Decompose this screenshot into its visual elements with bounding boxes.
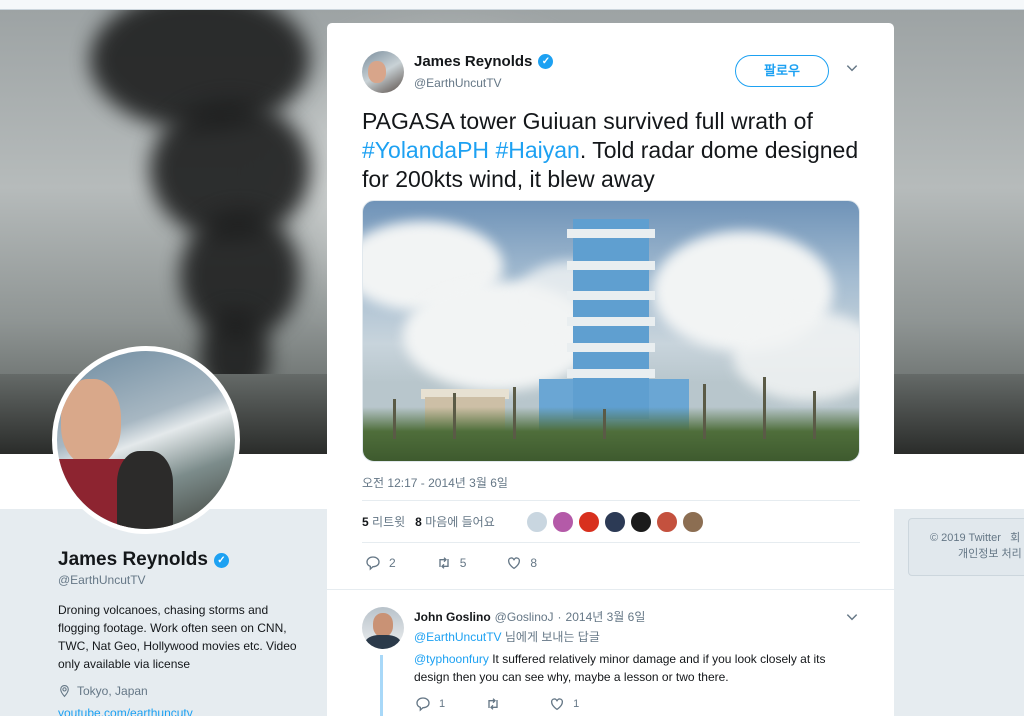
- profile-bio: Droning volcanoes, chasing storms and fl…: [58, 603, 297, 671]
- liker-avatar[interactable]: [526, 511, 548, 533]
- reply-actions: 1 1: [415, 696, 619, 712]
- reply-text: @typhoonfury It suffered relatively mino…: [414, 652, 826, 684]
- likes-stat[interactable]: 8 마음에 들어요: [415, 513, 495, 530]
- divider: [362, 542, 860, 543]
- retweet-button[interactable]: [485, 696, 509, 712]
- reply-mention[interactable]: @typhoonfury: [414, 652, 489, 666]
- retweet-icon: [488, 698, 498, 710]
- replying-to-mention[interactable]: @EarthUncutTV: [414, 630, 502, 644]
- reply-author-handle[interactable]: @GoslinoJ: [495, 610, 554, 624]
- retweet-count: 5: [459, 556, 467, 570]
- liker-avatar[interactable]: [604, 511, 626, 533]
- reply-author-name[interactable]: John Goslino: [414, 610, 491, 624]
- hashtag-link[interactable]: #YolandaPH: [362, 137, 489, 163]
- retweet-button[interactable]: 5: [436, 555, 467, 571]
- like-button[interactable]: 1: [549, 696, 579, 712]
- privacy-link[interactable]: 개인정보 처리: [958, 548, 1022, 560]
- like-count: 8: [530, 556, 538, 570]
- liker-avatars: [526, 511, 704, 533]
- liker-avatar[interactable]: [682, 511, 704, 533]
- heart-icon: [508, 557, 521, 570]
- like-button[interactable]: 8: [506, 555, 537, 571]
- location-pin-icon: [60, 685, 69, 698]
- replying-to: @EarthUncutTV 님에게 보내는 답글: [414, 630, 600, 644]
- chevron-down-icon[interactable]: [845, 61, 859, 75]
- reply-button[interactable]: 2: [365, 555, 396, 571]
- liker-avatar[interactable]: [630, 511, 652, 533]
- follow-button[interactable]: 팔로우: [735, 55, 829, 87]
- retweet-icon: [439, 557, 449, 569]
- divider: [362, 500, 860, 501]
- profile-website-link[interactable]: youtube.com/earthuncutv: [58, 706, 193, 716]
- divider: [327, 589, 894, 590]
- reply-icon: [416, 697, 430, 712]
- tweet-author-handle[interactable]: @EarthUncutTV: [414, 76, 502, 90]
- side-footer: © 2019 Twitter 회 개인정보 처리: [930, 530, 1022, 562]
- tweet-author-avatar[interactable]: [362, 51, 404, 93]
- thread-line: [380, 655, 383, 716]
- heart-icon: [551, 698, 564, 711]
- tweet-author-name[interactable]: James Reynolds ✓: [414, 53, 554, 70]
- reply-count: 2: [389, 556, 396, 570]
- hashtag-link[interactable]: #Haiyan: [495, 137, 579, 163]
- reply-icon: [366, 556, 380, 571]
- profile-name[interactable]: James Reynolds ✓: [58, 549, 229, 571]
- chevron-down-icon[interactable]: [845, 610, 859, 624]
- tweet-timestamp[interactable]: 오전 12:17 - 2014년 3월 6일: [362, 474, 508, 491]
- tweet-modal: James Reynolds ✓ @EarthUncutTV 팔로우 PAGAS…: [327, 23, 894, 716]
- copyright-text: © 2019 Twitter: [930, 532, 1001, 544]
- profile-location: Tokyo, Japan: [58, 684, 148, 698]
- tweet-stats: 5 리트윗 8 마음에 들어요: [362, 513, 495, 530]
- profile-handle[interactable]: @EarthUncutTV: [58, 573, 146, 587]
- verified-badge-icon: ✓: [213, 552, 229, 568]
- retweets-stat[interactable]: 5 리트윗: [362, 513, 405, 530]
- liker-avatar[interactable]: [656, 511, 678, 533]
- profile-avatar[interactable]: [52, 346, 240, 534]
- reply-header: John Goslino @GoslinoJ · 2014년 3월 6일: [414, 608, 646, 625]
- tweet-photo[interactable]: [362, 200, 860, 462]
- reply-author-avatar[interactable]: [362, 607, 404, 649]
- reply-button[interactable]: 1: [415, 696, 445, 712]
- like-count: 1: [573, 698, 580, 710]
- footer-more-link[interactable]: 회: [1010, 532, 1020, 544]
- tweet-actions: 2 5 8: [365, 555, 577, 571]
- liker-avatar[interactable]: [578, 511, 600, 533]
- tweet-text: PAGASA tower Guiuan survived full wrath …: [362, 108, 859, 192]
- top-nav-strip: [0, 0, 1024, 10]
- reply-count: 1: [439, 698, 446, 710]
- verified-badge-icon: ✓: [538, 54, 554, 69]
- liker-avatar[interactable]: [552, 511, 574, 533]
- reply-date[interactable]: 2014년 3월 6일: [566, 608, 646, 625]
